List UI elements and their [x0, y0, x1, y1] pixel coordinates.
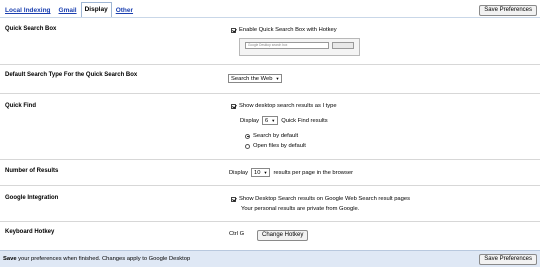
default-search-type-row: Search the Web ▼: [228, 74, 285, 83]
google-integration-label: Show Desktop Search results on Google We…: [239, 196, 410, 202]
enable-quick-search-row: Enable Quick Search Box with Hotkey: [231, 27, 337, 33]
change-hotkey-button[interactable]: Change Hotkey: [257, 230, 309, 241]
tab-list: Local Indexing Gmail Display Other: [1, 2, 137, 18]
enable-quick-search-checkbox[interactable]: [231, 27, 236, 33]
quick-find-count-select[interactable]: 6 ▼: [262, 116, 279, 125]
tab-display[interactable]: Display: [80, 2, 112, 18]
preview-search-button: [332, 42, 354, 49]
tab-local-indexing[interactable]: Local Indexing: [1, 3, 55, 17]
number-of-results-row: Display 10 ▼ results per page in the bro…: [229, 168, 353, 177]
footer-message: Save your preferences when finished. Cha…: [3, 256, 190, 262]
open-files-by-default-radio[interactable]: [245, 143, 250, 149]
save-preferences-button-top[interactable]: Save Preferences: [479, 5, 537, 16]
footer-save-word: Save: [3, 256, 17, 262]
chevron-down-icon: ▼: [275, 76, 280, 81]
current-hotkey: Ctrl G: [229, 231, 245, 237]
section-label-number-of-results: Number of Results: [5, 168, 59, 174]
section-label-quick-find: Quick Find: [5, 103, 37, 109]
quick-find-count-row: Display 6 ▼ Quick Find results: [240, 116, 328, 125]
enable-quick-search-label: Enable Quick Search Box with Hotkey: [239, 27, 337, 33]
search-by-default-radio[interactable]: [245, 133, 250, 139]
footer-message-text: your preferences when finished. Changes …: [16, 256, 191, 262]
tab-gmail[interactable]: Gmail: [55, 3, 81, 17]
preview-search-input: Google Desktop search box: [245, 42, 329, 49]
section-label-quick-search-box: Quick Search Box: [5, 26, 57, 32]
section-label-keyboard-hotkey: Keyboard Hotkey: [5, 229, 55, 235]
google-integration-row: Show Desktop Search results on Google We…: [231, 196, 410, 202]
section-divider: [0, 93, 540, 94]
keyboard-hotkey-row: Ctrl G: [229, 231, 244, 237]
google-integration-checkbox[interactable]: [231, 196, 236, 202]
tab-bar-divider: [0, 17, 540, 18]
search-by-default-label: Search by default: [253, 133, 299, 139]
section-label-default-search-type: Default Search Type For the Quick Search…: [5, 72, 138, 78]
section-label-google-integration: Google Integration: [5, 195, 59, 201]
default-search-type-value: Search the Web: [231, 75, 273, 82]
footer-bar: Save your preferences when finished. Cha…: [0, 250, 540, 267]
default-search-type-select[interactable]: Search the Web ▼: [228, 74, 283, 83]
number-of-results-value: 10: [254, 169, 261, 176]
section-divider: [0, 64, 540, 65]
section-divider: [0, 159, 540, 160]
quick-find-display-suffix: Quick Find results: [281, 117, 328, 124]
section-divider: [0, 185, 540, 186]
open-files-by-default-label: Open files by default: [253, 143, 306, 149]
quick-find-display-prefix: Display: [240, 117, 260, 124]
quick-find-show-row: Show desktop search results as I type: [231, 103, 337, 109]
chevron-down-icon: ▼: [271, 118, 276, 123]
google-integration-note-row: Your personal results are private from G…: [241, 206, 359, 212]
quick-find-show-label: Show desktop search results as I type: [239, 103, 337, 109]
save-preferences-button-bottom[interactable]: Save Preferences: [479, 254, 537, 265]
section-divider: [0, 221, 540, 222]
radio-search-by-default-row: Search by default: [245, 133, 298, 139]
tab-other[interactable]: Other: [112, 3, 137, 17]
chevron-down-icon: ▼: [263, 170, 268, 175]
number-of-results-suffix: results per page in the browser: [273, 169, 354, 176]
radio-open-files-row: Open files by default: [245, 143, 306, 149]
quick-search-box-preview: Google Desktop search box: [239, 38, 360, 56]
number-of-results-select[interactable]: 10 ▼: [251, 168, 271, 177]
quick-find-count-value: 6: [265, 117, 269, 124]
number-of-results-prefix: Display: [229, 169, 249, 176]
google-integration-note: Your personal results are private from G…: [241, 206, 360, 212]
quick-find-show-checkbox[interactable]: [231, 103, 236, 109]
